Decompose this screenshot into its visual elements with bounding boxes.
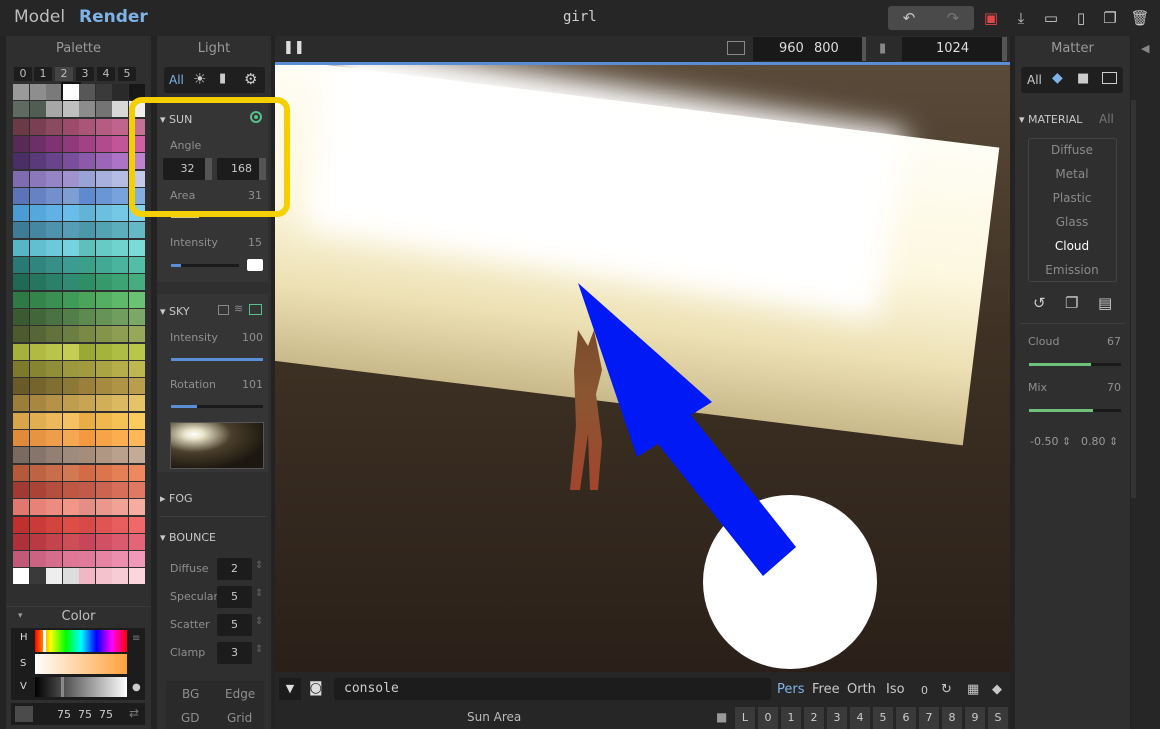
- video-icon[interactable]: ■: [716, 710, 727, 724]
- camera-key-0[interactable]: 0: [758, 707, 778, 729]
- param-a-value: -0.50: [1030, 435, 1059, 448]
- material-diffuse[interactable]: Diffuse: [1029, 138, 1115, 162]
- param-b-field[interactable]: 0.80 ⇕: [1081, 435, 1118, 448]
- param-a-field[interactable]: -0.50 ⇕: [1030, 435, 1071, 448]
- image-icon[interactable]: [1102, 72, 1117, 84]
- material-emission[interactable]: Emission: [1029, 258, 1115, 282]
- paste-icon[interactable]: ▤: [1098, 294, 1112, 312]
- scrollbar[interactable]: [1131, 100, 1136, 498]
- camera-key-9[interactable]: 9: [965, 707, 985, 729]
- camera-key-5[interactable]: 5: [873, 707, 893, 729]
- material-plastic[interactable]: Plastic: [1029, 186, 1115, 210]
- camera-key-6[interactable]: 6: [896, 707, 916, 729]
- video-camera-icon[interactable]: ■: [1077, 71, 1089, 86]
- camera-key-4[interactable]: 4: [850, 707, 870, 729]
- material-metal[interactable]: Metal: [1029, 162, 1115, 186]
- reset-rotation-icon[interactable]: ↻: [941, 682, 952, 697]
- camera-key-3[interactable]: 3: [827, 707, 847, 729]
- material-title-text: MATERIAL: [1028, 113, 1083, 126]
- blue-arrow-annotation: [578, 283, 796, 576]
- material-section-title[interactable]: ▾ MATERIAL: [1019, 113, 1082, 126]
- camera-icon[interactable]: ◙: [309, 680, 323, 696]
- camera-key-7[interactable]: 7: [919, 707, 939, 729]
- copy-icon[interactable]: ❐: [1065, 294, 1078, 312]
- matter-title: Matter: [1051, 41, 1094, 56]
- reset-icon[interactable]: ↺: [1033, 294, 1046, 312]
- camera-key-s[interactable]: S: [988, 707, 1008, 729]
- cloud-slider-fill: [1029, 363, 1091, 366]
- voxel-cube-icon[interactable]: ◆: [1052, 70, 1063, 86]
- cloud-label: Cloud: [1028, 335, 1060, 348]
- layout-icon[interactable]: ▦: [967, 682, 979, 697]
- view-pers[interactable]: Pers: [777, 682, 805, 697]
- expand-console-icon[interactable]: ▼: [279, 678, 301, 700]
- camera-key-2[interactable]: 2: [804, 707, 824, 729]
- camera-key-1[interactable]: 1: [781, 707, 801, 729]
- mix-label: Mix: [1028, 381, 1048, 394]
- material-glass[interactable]: Glass: [1029, 210, 1115, 234]
- divider: [1020, 323, 1125, 324]
- console-input[interactable]: console: [334, 678, 771, 700]
- yellow-highlight-box: [129, 97, 290, 217]
- console-placeholder: console: [344, 681, 399, 696]
- collapse-left-icon[interactable]: ◀: [1141, 42, 1149, 55]
- param-b-value: 0.80: [1081, 435, 1106, 448]
- mix-slider-fill: [1029, 409, 1093, 412]
- rotation-zero[interactable]: 0: [921, 684, 928, 697]
- annotation-overlay: [129, 97, 877, 669]
- camera-key-8[interactable]: 8: [942, 707, 962, 729]
- mix-value: 70: [1107, 381, 1121, 394]
- matter-tab-all[interactable]: All: [1027, 73, 1042, 87]
- camera-key-l[interactable]: L: [735, 707, 755, 729]
- view-orth[interactable]: Orth: [847, 682, 876, 697]
- material-all-toggle[interactable]: All: [1099, 112, 1114, 126]
- view-free[interactable]: Free: [812, 682, 840, 697]
- status-text: Sun Area: [467, 710, 522, 724]
- cube-icon[interactable]: ◆: [992, 682, 1002, 697]
- cloud-value: 67: [1107, 335, 1121, 348]
- view-iso[interactable]: Iso: [886, 682, 905, 697]
- material-cloud[interactable]: Cloud: [1029, 234, 1115, 258]
